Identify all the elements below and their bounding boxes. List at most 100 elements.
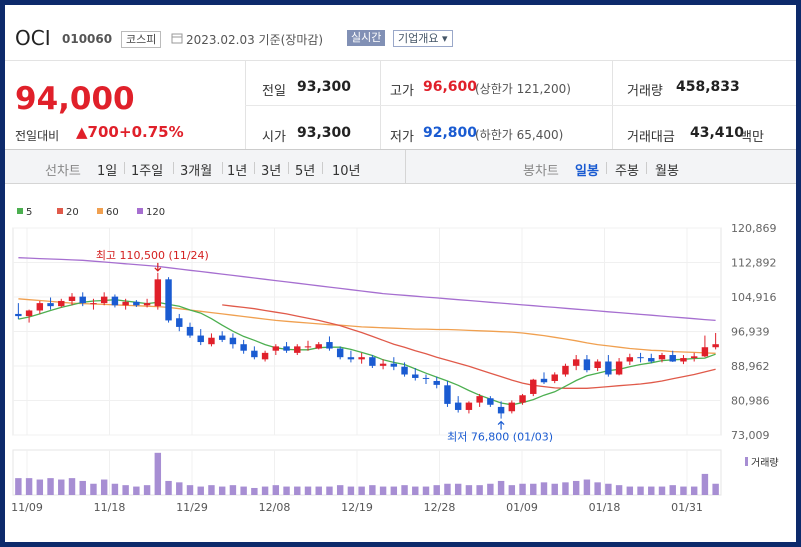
volume-bar xyxy=(294,486,301,495)
volume-bar xyxy=(530,483,537,495)
volume-bar xyxy=(111,483,119,495)
volume-bar xyxy=(218,486,226,495)
y-tick-label: 112,892 xyxy=(731,257,777,270)
candle-body xyxy=(100,296,108,304)
candle-body xyxy=(648,358,655,362)
volume-bar xyxy=(90,483,97,495)
volume-bar xyxy=(690,486,698,495)
y-tick-label: 73,009 xyxy=(731,429,770,442)
volume-bar xyxy=(615,485,623,495)
candle-body xyxy=(36,303,44,311)
volume-bar xyxy=(25,478,33,495)
volume-bar xyxy=(401,485,408,495)
volume-bar xyxy=(229,485,237,495)
volume-bar xyxy=(669,485,676,495)
volume-bar xyxy=(540,482,548,495)
candle-body xyxy=(508,402,516,412)
legend-swatch-ma20 xyxy=(57,208,63,214)
x-tick-label: 12/08 xyxy=(259,501,291,514)
candle-body xyxy=(122,301,129,306)
volume-bar xyxy=(605,483,612,495)
candle-body xyxy=(626,357,634,362)
candle-body xyxy=(583,359,591,371)
legend-label-ma20: 20 xyxy=(66,207,79,218)
y-tick-label: 104,916 xyxy=(731,291,777,304)
x-tick-label: 11/18 xyxy=(94,501,126,514)
candle-body xyxy=(326,342,333,349)
volume-bar xyxy=(36,479,44,495)
x-tick-label: 01/18 xyxy=(589,501,621,514)
volume-bar xyxy=(186,485,194,495)
candle-body xyxy=(294,346,301,353)
candle-body xyxy=(358,357,365,360)
volume-legend-label: 거래량 xyxy=(751,457,779,469)
legend-label-ma120: 120 xyxy=(146,207,165,218)
volume-bar xyxy=(648,486,655,495)
price-chart: 120,869 112,892 104,916 96,939 88,962 80,986 7… xyxy=(11,207,779,514)
legend-label-ma5: 5 xyxy=(26,207,32,218)
volume-legend-swatch xyxy=(745,457,748,466)
y-tick-label: 96,939 xyxy=(731,326,770,339)
candle-body xyxy=(454,402,462,410)
candle-body xyxy=(379,363,387,366)
volume-bar xyxy=(637,486,644,495)
volume-bar xyxy=(251,487,258,495)
candle-body xyxy=(690,356,698,359)
candle-body xyxy=(551,374,558,381)
candle-body xyxy=(165,279,172,321)
volume-bar xyxy=(47,478,54,495)
candle-body xyxy=(572,359,580,366)
volume-bar xyxy=(422,486,430,495)
candle-body xyxy=(304,346,312,348)
candle-body xyxy=(261,352,269,360)
x-tick-label: 12/28 xyxy=(424,501,456,514)
x-tick-label: 01/09 xyxy=(506,501,538,514)
volume-bar xyxy=(572,480,580,495)
candle-body xyxy=(229,337,237,345)
candle-body xyxy=(47,303,54,307)
volume-bar xyxy=(336,485,344,495)
candle-body xyxy=(315,344,322,349)
candle-body xyxy=(530,379,537,394)
candle-body xyxy=(197,335,204,343)
candle-body xyxy=(218,335,226,340)
volume-bar xyxy=(15,478,22,495)
candle-body xyxy=(594,361,601,368)
x-tick-label: 01/31 xyxy=(671,501,703,514)
volume-bar xyxy=(712,483,719,495)
volume-bar xyxy=(272,485,280,495)
candle-body xyxy=(519,395,526,403)
candle-body xyxy=(347,357,355,360)
volume-bar xyxy=(347,486,355,495)
volume-bar xyxy=(176,482,183,495)
y-tick-label: 80,986 xyxy=(731,395,770,408)
candle-body xyxy=(658,355,666,360)
legend-swatch-ma5 xyxy=(17,208,23,214)
volume-bar xyxy=(283,486,290,495)
candle-body xyxy=(25,310,33,317)
candle-body xyxy=(487,398,494,405)
candle-body xyxy=(562,365,569,375)
volume-bar xyxy=(433,485,440,495)
low-arrow-icon xyxy=(497,420,505,430)
legend-swatch-ma120 xyxy=(137,208,143,214)
candle-body xyxy=(465,402,473,410)
candle-body xyxy=(476,396,483,403)
candle-body xyxy=(412,374,419,378)
candle-body xyxy=(111,296,119,306)
volume-bar xyxy=(68,478,76,495)
legend-label-ma60: 60 xyxy=(106,207,119,218)
volume-bar xyxy=(197,486,204,495)
ma5-line xyxy=(18,299,716,406)
x-tick-label: 11/09 xyxy=(11,501,43,514)
y-tick-label: 120,869 xyxy=(731,222,777,235)
candle-body xyxy=(133,301,140,306)
candle-body xyxy=(444,385,451,404)
candle-body xyxy=(637,357,644,359)
volume-bar xyxy=(165,480,172,495)
volume-bar xyxy=(680,486,687,495)
volume-bar xyxy=(476,485,483,495)
x-tick-label: 11/29 xyxy=(176,501,208,514)
volume-bar xyxy=(100,479,108,495)
volume-bar xyxy=(465,485,473,495)
